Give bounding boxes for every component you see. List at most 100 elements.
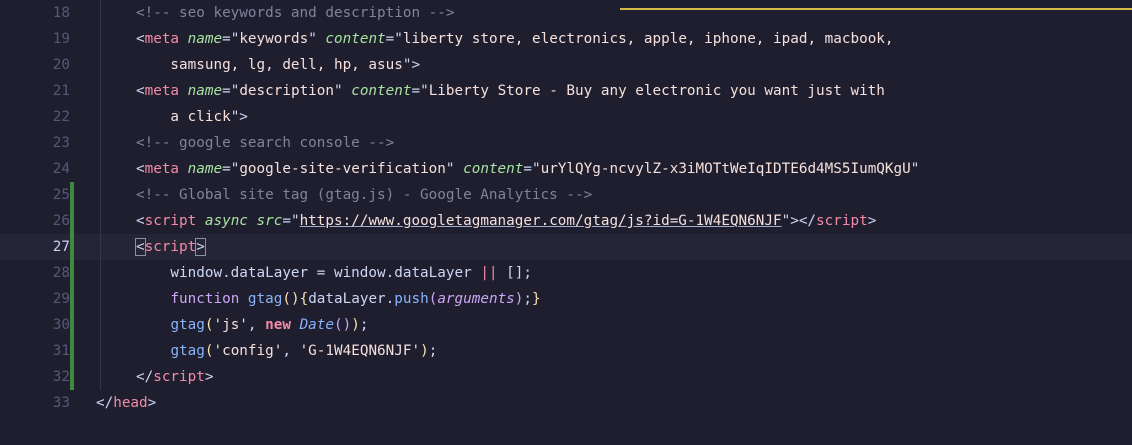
- code-token: >: [204, 369, 214, 385]
- code-token: script: [153, 369, 205, 385]
- code-token: urYlQYg-ncvylZ-x3iMOTtWeIqIDTE6d4MS5IumQ…: [540, 161, 911, 177]
- code-token: =": [222, 161, 240, 177]
- code-token: function: [170, 291, 240, 307]
- code-token: name: [187, 31, 223, 47]
- code-token: new: [265, 317, 291, 333]
- line-number: 23: [52, 135, 70, 151]
- indent-guide: [100, 286, 101, 312]
- code-line[interactable]: 29 function gtag(){dataLayer.push(argume…: [0, 286, 1132, 312]
- code-token: 'G-1W4EQN6NJF': [299, 343, 421, 359]
- code-token: =": [282, 213, 300, 229]
- code-token: content: [325, 31, 386, 47]
- line-number: 26: [52, 213, 70, 229]
- code-token: <!-- seo keywords and description -->: [136, 5, 455, 21]
- code-token: </: [96, 395, 114, 411]
- code-token: Date: [299, 317, 335, 333]
- code-line[interactable]: 30 gtag('js', new Date());: [0, 312, 1132, 338]
- code-token: arguments: [437, 291, 515, 307]
- code-line[interactable]: 23 <!-- google search console -->: [0, 130, 1132, 156]
- code-token: gtag: [247, 291, 283, 307]
- code-editor[interactable]: 18 <!-- seo keywords and description --> 1…: [0, 0, 1132, 445]
- code-line[interactable]: 32 </script>: [0, 364, 1132, 390]
- code-line[interactable]: 25 <!-- Global site tag (gtag.js) - Googl…: [0, 182, 1132, 208]
- git-added-marker: [70, 364, 74, 390]
- code-token: 'config': [213, 343, 283, 359]
- code-token: ,: [247, 317, 266, 333]
- code-content: </script>: [136, 364, 213, 390]
- code-token: ;: [359, 317, 369, 333]
- code-token: meta: [144, 31, 180, 47]
- code-token: </: [136, 369, 154, 385]
- code-line[interactable]: 28 window.dataLayer = window.dataLayer |…: [0, 260, 1132, 286]
- line-number: 27: [52, 239, 70, 255]
- code-token: <: [135, 238, 146, 256]
- code-token: (): [282, 291, 300, 307]
- code-token: content: [351, 83, 412, 99]
- line-number: 21: [52, 83, 70, 99]
- code-token: ;: [428, 343, 438, 359]
- indent-guide: [100, 234, 101, 260]
- code-token: ): [351, 317, 360, 333]
- code-token: ||: [480, 265, 498, 281]
- code-token: =": [385, 31, 403, 47]
- code-token: meta: [144, 161, 180, 177]
- code-token: gtag: [170, 343, 205, 359]
- code-token: a click: [136, 109, 231, 125]
- code-token: liberty store, electronics, apple, iphon…: [402, 31, 894, 47]
- code-token: script: [816, 213, 868, 229]
- code-token: name: [187, 161, 223, 177]
- git-added-marker: [70, 286, 74, 312]
- line-number: 22: [52, 109, 70, 125]
- indent-guide: [100, 104, 101, 130]
- code-token: >: [867, 213, 877, 229]
- code-line[interactable]: 31 gtag('config', 'G-1W4EQN6NJF');: [0, 338, 1132, 364]
- code-content: <!-- Global site tag (gtag.js) - Google …: [136, 182, 592, 208]
- code-content: gtag('config', 'G-1W4EQN6NJF');: [136, 338, 437, 364]
- code-line[interactable]: 19 <meta name="keywords" content="liberty…: [0, 26, 1132, 52]
- code-token: "></: [781, 213, 817, 229]
- line-number: 24: [52, 161, 70, 177]
- code-token: push: [394, 291, 429, 307]
- code-token: =": [411, 83, 429, 99]
- code-token: <!-- Global site tag (gtag.js) - Google …: [136, 187, 593, 203]
- indent-guide: [100, 26, 101, 52]
- code-content: <!-- google search console -->: [136, 130, 394, 156]
- line-number: 32: [52, 369, 70, 385]
- code-token: ": [445, 161, 464, 177]
- code-line[interactable]: 21 <meta name="description" content="Libe…: [0, 78, 1132, 104]
- code-token: }: [532, 291, 541, 307]
- code-line[interactable]: 27 <script>: [0, 234, 1132, 260]
- git-added-marker: [70, 234, 74, 260]
- code-content: a click">: [136, 104, 247, 130]
- code-token: 'js': [213, 317, 248, 333]
- code-token: https://www.googletagmanager.com/gtag/js…: [299, 213, 782, 229]
- code-content: function gtag(){dataLayer.push(arguments…: [136, 286, 541, 312]
- code-token: <!-- google search console -->: [136, 135, 395, 151]
- code-line[interactable]: 33 </head>: [0, 390, 1132, 416]
- code-line[interactable]: 24 <meta name="google-site-verification" …: [0, 156, 1132, 182]
- code-token: >: [195, 238, 206, 256]
- code-token: content: [463, 161, 524, 177]
- line-number: 31: [52, 343, 70, 359]
- indent-guide: [100, 260, 101, 286]
- line-number: 28: [52, 265, 70, 281]
- code-token: script: [144, 213, 197, 229]
- code-line[interactable]: 18 <!-- seo keywords and description -->: [0, 0, 1132, 26]
- code-token: dataLayer.: [308, 291, 395, 307]
- indent-guide: [100, 156, 101, 182]
- code-token: <: [136, 161, 145, 177]
- code-token: ">: [402, 57, 421, 73]
- code-content: samsung, lg, dell, hp, asus">: [136, 52, 420, 78]
- code-content: window.dataLayer = window.dataLayer || […: [136, 260, 532, 286]
- line-number: 18: [52, 5, 70, 21]
- code-line[interactable]: 26 <script async src="https://www.googlet…: [0, 208, 1132, 234]
- code-token: ": [308, 31, 326, 47]
- git-added-marker: [70, 312, 74, 338]
- code-line[interactable]: 22 a click">: [0, 104, 1132, 130]
- code-line[interactable]: 20 samsung, lg, dell, hp, asus">: [0, 52, 1132, 78]
